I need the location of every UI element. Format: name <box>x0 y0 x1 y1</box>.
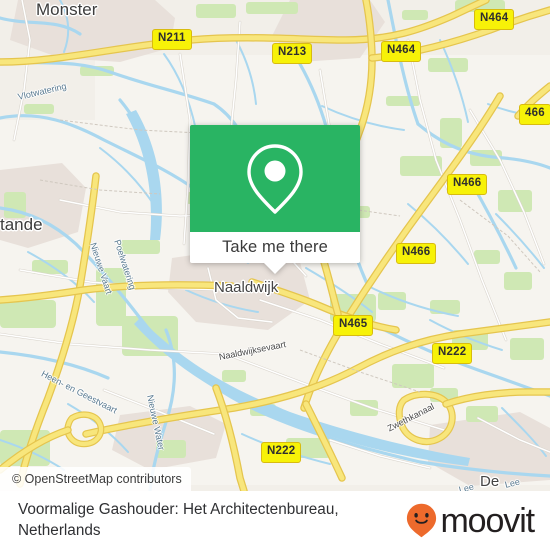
take-me-there-button[interactable]: Take me there <box>190 232 360 274</box>
place-label-s-gravenzande: tande <box>0 215 43 234</box>
road-shield: N464 <box>381 41 422 62</box>
callout-pointer <box>264 263 286 274</box>
map-attribution[interactable]: © OpenStreetMap contributors <box>0 467 191 491</box>
destination-callout[interactable]: Take me there <box>190 125 360 274</box>
take-me-there-label: Take me there <box>222 238 328 256</box>
road-shield: 466 <box>519 104 550 125</box>
road-shield: N222 <box>261 442 302 463</box>
place-label-monster: Monster <box>36 0 98 19</box>
footer-bar: Voormalige Gashouder: Het Architectenbur… <box>0 491 550 550</box>
place-label-de: De <box>480 473 500 490</box>
attribution-text: © OpenStreetMap contributors <box>12 472 182 486</box>
map-screenshot: .w { stroke:#a9d7ef; fill:none; stroke-l… <box>0 0 550 550</box>
road-shield: N466 <box>447 174 488 195</box>
road-shield: N211 <box>152 29 192 50</box>
callout-header <box>190 125 360 232</box>
location-title: Voormalige Gashouder: Het Architectenbur… <box>18 501 339 539</box>
place-label-naaldwijk: Naaldwijk <box>214 279 279 296</box>
road-shield: N465 <box>333 315 374 336</box>
moovit-wordmark: moovit <box>440 501 535 540</box>
moovit-smiley-pin-icon <box>407 503 437 538</box>
road-shield: N466 <box>396 243 437 264</box>
road-shield: N464 <box>474 9 515 30</box>
location-pin-icon <box>247 143 303 214</box>
moovit-brand[interactable]: moovit <box>406 503 550 538</box>
road-shield: N222 <box>432 343 473 364</box>
map-canvas[interactable]: .w { stroke:#a9d7ef; fill:none; stroke-l… <box>0 0 550 491</box>
road-shield: N213 <box>272 43 313 64</box>
